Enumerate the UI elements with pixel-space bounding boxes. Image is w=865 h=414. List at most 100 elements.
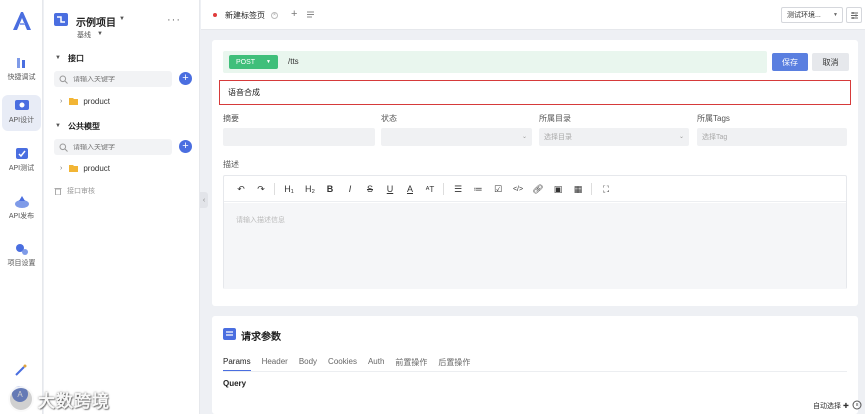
request-params-card: 请求参数 Params Header Body Cookies Auth 前置操… [212, 316, 858, 414]
method-label: POST [236, 58, 256, 66]
code-icon[interactable]: </> [511, 182, 525, 196]
caret-down-icon[interactable]: ▼ [55, 55, 61, 61]
interface-search-input[interactable] [73, 75, 168, 83]
environment-select[interactable]: 测试环境... ▼ [781, 7, 843, 23]
add-model-button[interactable]: + [179, 140, 192, 153]
rail-label: 项目设置 [7, 260, 36, 267]
folder-label: product [83, 97, 111, 106]
editor-body[interactable]: 请输入描述信息 [224, 203, 846, 289]
status-select[interactable]: ⌄ [381, 128, 532, 146]
rail-label: API发布 [8, 213, 35, 220]
caret-down-icon: ▼ [266, 59, 271, 65]
tabs-divider [223, 371, 847, 372]
tab-cookies[interactable]: Cookies [328, 357, 357, 372]
tree-folder-item[interactable]: › product [60, 97, 110, 106]
interface-review-link[interactable]: 接口审核 [54, 186, 95, 196]
chevron-right-icon[interactable]: › [60, 98, 62, 105]
rail-item-api-design[interactable]: API设计 [2, 95, 41, 131]
fullscreen-icon[interactable]: ⛶ [599, 182, 613, 196]
add-interface-button[interactable]: + [179, 72, 192, 85]
description-editor: ↶ ↷ H₁ H₂ B I S U A ᴬT ☰ ≔ ☑ </> 🔗︎ ▣ ▦ … [223, 175, 847, 289]
caret-down-icon[interactable]: ▼ [119, 16, 125, 22]
heading-2-icon[interactable]: H₂ [303, 182, 317, 196]
model-search-input[interactable] [73, 143, 168, 151]
undo-icon[interactable]: ↶ [234, 182, 248, 196]
watermark: 大数跨境 [8, 386, 110, 412]
api-test-icon [15, 148, 28, 159]
panel-collapse-handle[interactable]: ‹ [200, 192, 208, 208]
redo-icon[interactable]: ↷ [254, 182, 268, 196]
heading-1-icon[interactable]: H₁ [282, 182, 296, 196]
tab-bar: 新建标签页 × + 测试环境... ▼ [201, 0, 865, 30]
query-label: Query [223, 379, 247, 388]
project-name[interactable]: 示例项目 [76, 14, 116, 29]
catalog-label: 所属目录 [539, 114, 571, 123]
method-select[interactable]: POST ▼ [229, 55, 278, 69]
summary-label: 摘要 [223, 114, 239, 123]
caret-down-icon: ▼ [833, 12, 838, 18]
caret-down-icon[interactable]: ▼ [55, 123, 61, 129]
interface-search-box [54, 71, 172, 87]
tab-pre-operations[interactable]: 前置操作 [395, 357, 427, 372]
rail-item-api-publish[interactable]: API发布 [2, 191, 41, 227]
image-icon[interactable]: ▣ [551, 182, 565, 196]
tags-select[interactable]: 选择Tag [697, 128, 847, 146]
rail-item-quick-debug[interactable]: 快捷调试 [2, 52, 41, 88]
trash-icon [54, 188, 62, 195]
catalog-select[interactable]: 选择目录 ⌄ [539, 128, 689, 146]
tags-label: 所属Tags [697, 114, 730, 123]
section-title-public-models[interactable]: 公共模型 [68, 121, 100, 132]
app-logo-icon[interactable] [11, 10, 33, 32]
project-icon [54, 13, 68, 26]
api-name-input[interactable]: 语音合成 [219, 80, 851, 105]
rail-item-api-test[interactable]: API测试 [2, 143, 41, 179]
status-label: 状态 [381, 114, 397, 123]
rail-label: API设计 [8, 117, 35, 124]
add-tab-icon[interactable]: + [291, 8, 297, 20]
table-icon[interactable]: ▦ [571, 182, 585, 196]
params-tabs: Params Header Body Cookies Auth 前置操作 后置操… [223, 357, 481, 372]
more-options-icon[interactable]: ··· [167, 14, 181, 26]
tab-body[interactable]: Body [299, 357, 317, 372]
text-color-icon[interactable]: A [403, 182, 417, 196]
tab-header[interactable]: Header [262, 357, 288, 372]
tab-auth[interactable]: Auth [368, 357, 384, 372]
rail-label: 快捷调试 [7, 74, 36, 81]
strikethrough-icon[interactable]: S [363, 182, 377, 196]
editor-toolbar: ↶ ↷ H₁ H₂ B I S U A ᴬT ☰ ≔ ☑ </> 🔗︎ ▣ ▦ … [224, 176, 846, 202]
magic-wand-icon[interactable] [14, 363, 28, 377]
save-button[interactable]: 保存 [772, 53, 808, 71]
environment-settings-button[interactable] [846, 7, 862, 23]
toolbar-divider [443, 183, 444, 195]
underline-icon[interactable]: U [383, 182, 397, 196]
auto-select-label[interactable]: 自动选择 ✚ [813, 401, 849, 411]
bold-icon[interactable]: B [323, 182, 337, 196]
tree-folder-item[interactable]: › product [60, 164, 110, 173]
url-input[interactable]: /tts [288, 57, 299, 66]
chevron-down-icon: ⌄ [521, 134, 527, 140]
folder-label: product [83, 164, 111, 173]
rail-label: API测试 [8, 165, 35, 172]
interface-review-label: 接口审核 [67, 188, 95, 195]
italic-icon[interactable]: I [343, 182, 357, 196]
rail-item-project-settings[interactable]: 项目设置 [2, 238, 41, 274]
caret-down-icon[interactable]: ▼ [97, 31, 103, 37]
cancel-button[interactable]: 取消 [812, 53, 849, 71]
auto-select-text: 自动选择 [813, 403, 841, 410]
branch-name[interactable]: 基线 [77, 30, 91, 40]
tab-menu-icon[interactable] [306, 10, 315, 19]
ordered-list-icon[interactable]: ≔ [471, 182, 485, 196]
close-icon[interactable]: × [271, 11, 278, 19]
tab-post-operations[interactable]: 后置操作 [438, 357, 470, 372]
tab-new[interactable]: 新建标签页 × [205, 4, 285, 26]
task-list-icon[interactable]: ☑ [491, 182, 505, 196]
section-title-interfaces[interactable]: 接口 [68, 53, 84, 64]
chevron-right-icon[interactable]: › [60, 165, 62, 172]
environment-label: 测试环境... [787, 12, 821, 19]
summary-input[interactable] [223, 128, 375, 146]
link-icon[interactable]: 🔗︎ [531, 182, 545, 196]
bullet-list-icon[interactable]: ☰ [451, 182, 465, 196]
font-size-icon[interactable]: ᴬT [423, 182, 437, 196]
tab-params[interactable]: Params [223, 357, 251, 372]
help-icon[interactable] [852, 400, 862, 410]
